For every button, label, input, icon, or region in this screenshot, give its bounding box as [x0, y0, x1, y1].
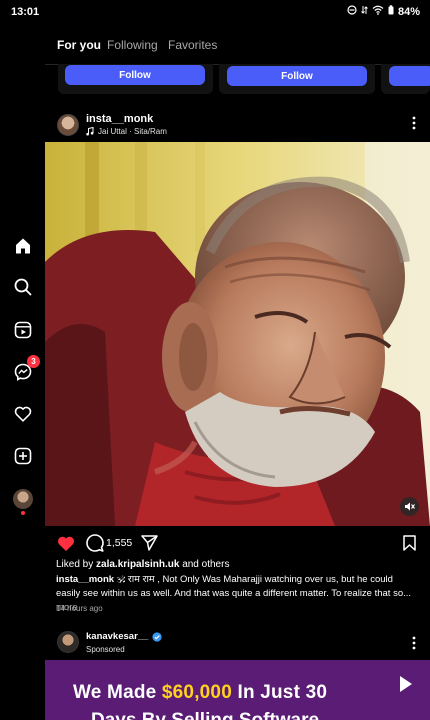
- post-avatar[interactable]: [57, 114, 79, 136]
- like-button[interactable]: [57, 535, 75, 557]
- search-icon: [14, 278, 32, 296]
- play-icon[interactable]: [400, 676, 412, 692]
- battery-icon: [388, 5, 394, 18]
- suggestion-card: [381, 64, 430, 94]
- music-note-icon: [86, 127, 94, 136]
- more-vertical-icon: [412, 116, 416, 130]
- home-icon: [16, 238, 30, 254]
- suggestion-card: Follow: [58, 64, 213, 94]
- profile-button[interactable]: [12, 488, 34, 515]
- post-username[interactable]: insta__monk: [86, 113, 153, 125]
- ad-header: kanavkesar__ Sponsored: [45, 626, 430, 660]
- audio-label: Jai Uttal · Sita/Ram: [98, 127, 167, 136]
- plus-square-icon: [14, 447, 32, 465]
- home-button[interactable]: [12, 235, 34, 257]
- battery-percent: 84%: [397, 5, 420, 18]
- messages-button[interactable]: 3: [12, 355, 40, 383]
- mute-button[interactable]: [400, 497, 419, 516]
- post-timestamp: 14 hours ago: [56, 604, 103, 613]
- post-actions: 1,555: [45, 526, 430, 560]
- ad-headline-pre: We Made: [73, 682, 157, 703]
- dnd-icon: [347, 5, 357, 18]
- liked-by: Liked by zala.kripalsinh.uk and others: [56, 559, 229, 570]
- profile-avatar: [13, 489, 33, 509]
- heart-outline-icon: [14, 406, 32, 422]
- ad-headline-line2: Days By Selling Software: [91, 710, 319, 720]
- heart-filled-icon: [58, 536, 74, 551]
- wifi-icon: [372, 5, 384, 18]
- post-options-button[interactable]: [412, 116, 416, 132]
- comment-icon: [86, 534, 104, 552]
- messages-badge: 3: [27, 355, 40, 368]
- ad-username[interactable]: kanavkesar__: [86, 631, 148, 642]
- comment-button[interactable]: [86, 534, 104, 557]
- post-image[interactable]: [45, 142, 430, 526]
- data-arrows-icon: [361, 5, 368, 18]
- save-button[interactable]: [403, 535, 416, 556]
- post-caption: insta__monk 🕉 राम राम , Not Only Was Mah…: [56, 573, 418, 615]
- nav-rail: 3: [0, 24, 45, 720]
- reels-icon: [14, 321, 32, 339]
- follow-button[interactable]: Follow: [227, 66, 367, 86]
- liked-by-suffix[interactable]: and others: [182, 559, 229, 570]
- reels-button[interactable]: [12, 319, 34, 341]
- sponsored-label: Sponsored: [86, 645, 125, 654]
- follow-button[interactable]: Follow: [65, 65, 205, 85]
- speaker-muted-icon: [405, 502, 415, 511]
- post-header: insta__monk Jai Uttal · Sita/Ram: [45, 104, 430, 142]
- ad-avatar[interactable]: [57, 631, 79, 653]
- status-time: 13:01: [11, 6, 40, 18]
- portrait-illustration: [45, 142, 430, 526]
- ad-headline: We Made $60,000 In Just 30: [73, 682, 327, 704]
- caption-username[interactable]: insta__monk: [56, 574, 114, 585]
- status-icons: 84%: [347, 5, 420, 18]
- share-button[interactable]: [141, 535, 158, 556]
- ad-username-row[interactable]: kanavkesar__: [86, 631, 162, 642]
- create-button[interactable]: [12, 445, 34, 467]
- ad-headline-post: In Just 30: [237, 682, 328, 703]
- ad-creative[interactable]: We Made $60,000 In Just 30 Days By Selli…: [45, 660, 430, 720]
- post-audio[interactable]: Jai Uttal · Sita/Ram: [86, 127, 167, 136]
- ad-headline-highlight: $60,000: [161, 682, 232, 703]
- status-bar: 13:01 84%: [0, 0, 430, 24]
- liked-by-user[interactable]: zala.kripalsinh.uk: [96, 559, 179, 570]
- search-button[interactable]: [12, 276, 34, 298]
- tab-following[interactable]: Following: [107, 38, 158, 52]
- comment-count: 1,555: [106, 537, 133, 549]
- send-icon: [141, 535, 158, 551]
- more-vertical-icon: [412, 636, 416, 650]
- follow-button[interactable]: [389, 66, 430, 86]
- profile-notification-dot: [21, 511, 25, 515]
- liked-by-prefix: Liked by: [56, 559, 94, 570]
- bookmark-icon: [403, 535, 416, 551]
- tab-for-you[interactable]: For you: [57, 38, 101, 52]
- verified-badge-icon: [152, 631, 162, 642]
- suggestion-card: Follow: [219, 64, 375, 94]
- feed-tabs: For you Following Favorites: [45, 24, 430, 65]
- tab-favorites[interactable]: Favorites: [168, 38, 217, 52]
- ad-options-button[interactable]: [412, 636, 416, 652]
- notifications-button[interactable]: [12, 403, 34, 425]
